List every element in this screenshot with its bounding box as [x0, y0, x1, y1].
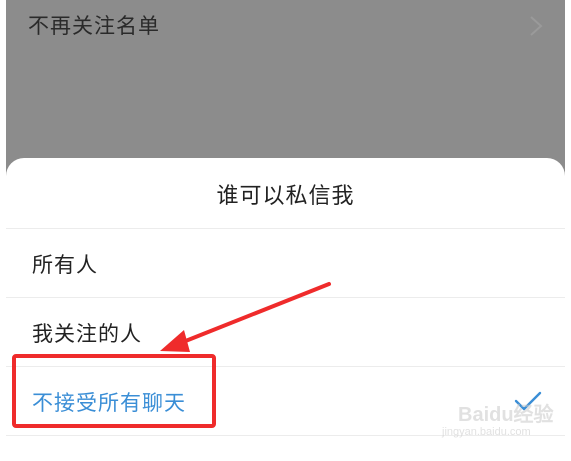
baidu-watermark: Baidu经验 jingyan.baidu.com: [440, 396, 560, 444]
option-following-label: 我关注的人: [32, 322, 142, 346]
blocked-list-row[interactable]: 不再关注名单: [0, 0, 571, 56]
screen: 不再关注名单 谁可以私信我 所有人 我关注的人 不接受所有聊天 Baidu经验 …: [0, 0, 571, 461]
chevron-right-icon: [530, 16, 543, 36]
option-everyone[interactable]: 所有人: [6, 229, 565, 297]
watermark-text: Baidu经验: [458, 404, 554, 426]
sheet-title: 谁可以私信我: [216, 184, 355, 209]
highlight-box: [12, 354, 216, 428]
option-everyone-label: 所有人: [32, 253, 98, 277]
blocked-list-label: 不再关注名单: [28, 14, 160, 38]
screen-edge-right: [565, 0, 571, 461]
watermark-subtext: jingyan.baidu.com: [442, 426, 531, 438]
